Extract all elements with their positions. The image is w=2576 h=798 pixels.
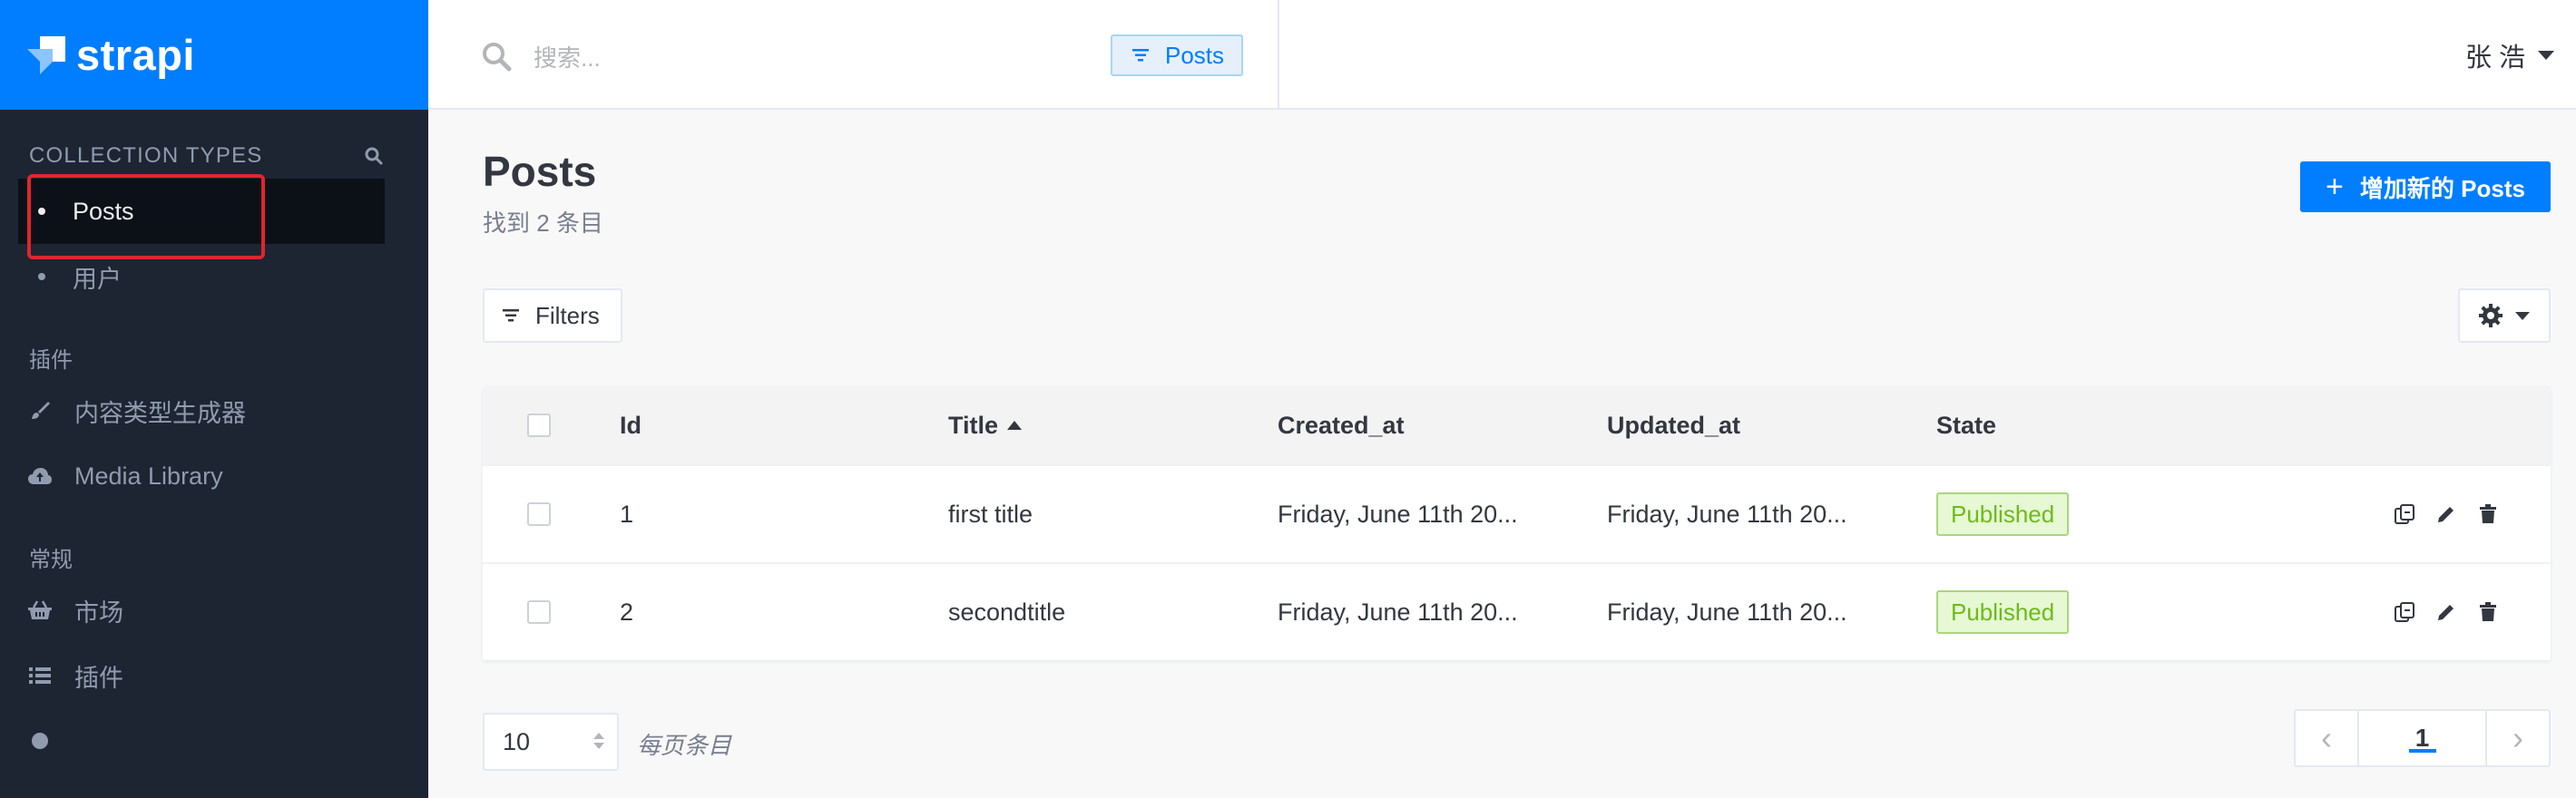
sidebar-item-label: 插件 [74, 664, 123, 692]
list-settings-button[interactable] [2458, 288, 2551, 343]
filter-icon [503, 309, 519, 322]
column-label: Title [948, 411, 999, 439]
search-input[interactable]: 搜索... [534, 40, 601, 73]
user-menu[interactable]: 张 浩 [2465, 36, 2554, 74]
column-header-updated-at[interactable]: Updated_at [1607, 386, 1740, 464]
brush-icon [27, 398, 53, 423]
row-checkbox-cell [527, 564, 551, 660]
sidebar-item-plugins[interactable]: 插件 [0, 643, 428, 708]
entries-table: Id Title Created_at Updated_at State 1 f… [483, 386, 2551, 660]
sidebar: strapi COLLECTION TYPES Posts 用户 插件 内容类型… [0, 0, 428, 798]
cell-state: Published [1936, 466, 2070, 562]
per-page-label: 每页条目 [637, 732, 732, 759]
trash-icon[interactable] [2476, 600, 2500, 624]
spinner-arrows-icon [593, 733, 604, 749]
sidebar-item-content-type-builder[interactable]: 内容类型生成器 [0, 378, 428, 443]
per-page-select[interactable]: 10 [483, 713, 619, 771]
add-new-entry-button[interactable]: + 增加新的 Posts [2300, 161, 2551, 212]
sidebar-item-media-library[interactable]: Media Library [0, 443, 428, 509]
brand-name: strapi [76, 31, 195, 79]
user-name: 张 浩 [2464, 44, 2525, 73]
gear-icon [2479, 304, 2503, 327]
pagination: ‹ 1 › [2294, 709, 2551, 767]
collection-types-heading: COLLECTION TYPES [0, 142, 428, 170]
cell-updated-at: Friday, June 11th 20... [1607, 598, 1847, 626]
search-icon [483, 43, 512, 72]
page-title: Posts [483, 148, 597, 195]
status-badge: Published [1936, 492, 2070, 536]
cell-state: Published [1936, 564, 2070, 660]
filter-icon [1132, 49, 1149, 62]
general-heading: 常规 [0, 543, 428, 572]
shopping-basket-icon [27, 598, 53, 623]
sidebar-item-label: 用户 [73, 265, 122, 293]
row-actions [2393, 466, 2500, 562]
duplicate-icon[interactable] [2393, 600, 2416, 624]
duplicate-icon[interactable] [2393, 502, 2416, 526]
chevron-down-icon [2538, 51, 2554, 60]
brand-header[interactable]: strapi [0, 0, 428, 110]
bullet-icon [38, 273, 45, 280]
cell-title: secondtitle [948, 598, 1066, 626]
cell-title: first title [948, 500, 1033, 528]
per-page-value: 10 [503, 727, 531, 755]
cell-id: 2 [620, 598, 634, 626]
annotation-highlight-box [27, 174, 265, 259]
edit-pencil-icon[interactable] [2434, 600, 2458, 624]
top-header: 搜索... Posts 张 浩 [428, 0, 2576, 110]
column-header-created-at[interactable]: Created_at [1278, 386, 1405, 464]
column-label: State [1936, 411, 1997, 439]
select-all-checkbox-cell [527, 386, 551, 464]
collection-types-label: COLLECTION TYPES [29, 143, 263, 168]
table-row[interactable]: 2 secondtitle Friday, June 11th 20... Fr… [483, 562, 2551, 660]
plugins-heading: 插件 [0, 344, 428, 373]
content-type-filter-chip[interactable]: Posts [1111, 34, 1243, 76]
table-header: Id Title Created_at Updated_at State [483, 386, 2551, 464]
filter-chip-label: Posts [1165, 41, 1225, 69]
search-icon[interactable] [365, 147, 383, 165]
chevron-left-icon[interactable]: ‹ [2296, 711, 2359, 765]
plugins-heading-label: 插件 [29, 347, 73, 373]
plus-icon: + [2326, 170, 2344, 204]
sidebar-item-label: 市场 [74, 598, 123, 627]
row-checkbox-cell [527, 466, 551, 562]
entries-count: 找到 2 条目 [483, 209, 603, 237]
column-label: Updated_at [1607, 411, 1741, 439]
select-all-checkbox[interactable] [527, 414, 551, 437]
status-badge: Published [1936, 590, 2070, 634]
sidebar-item-partial[interactable] [0, 708, 428, 774]
column-header-id[interactable]: Id [620, 386, 642, 464]
sidebar-item-label: 内容类型生成器 [74, 399, 246, 427]
cell-id: 1 [620, 500, 634, 528]
column-header-state[interactable]: State [1936, 386, 1996, 464]
list-icon [27, 663, 53, 688]
strapi-logo-icon [27, 35, 65, 74]
row-actions [2393, 564, 2500, 660]
cell-created-at: Friday, June 11th 20... [1278, 500, 1518, 528]
filters-button[interactable]: Filters [483, 288, 622, 343]
trash-icon[interactable] [2476, 502, 2500, 526]
row-checkbox[interactable] [527, 502, 551, 526]
cloud-upload-icon [27, 463, 53, 489]
column-header-title[interactable]: Title [948, 386, 1023, 464]
filters-label: Filters [535, 301, 600, 329]
chevron-right-icon[interactable]: › [2485, 711, 2549, 765]
column-label: Id [620, 411, 642, 439]
edit-pencil-icon[interactable] [2434, 502, 2458, 526]
current-page[interactable]: 1 [2359, 711, 2485, 765]
sidebar-item-marketplace[interactable]: 市场 [0, 578, 428, 643]
add-button-label: 增加新的 Posts [2359, 174, 2525, 202]
sort-ascending-icon [1007, 421, 1023, 430]
general-heading-label: 常规 [29, 547, 73, 572]
cell-updated-at: Friday, June 11th 20... [1607, 500, 1847, 528]
table-row[interactable]: 1 first title Friday, June 11th 20... Fr… [483, 464, 2551, 562]
row-checkbox[interactable] [527, 600, 551, 624]
gear-icon [27, 728, 53, 754]
column-label: Created_at [1278, 411, 1405, 439]
sidebar-item-label: Media Library [74, 462, 223, 490]
global-search[interactable]: 搜索... Posts [428, 0, 1279, 110]
cell-created-at: Friday, June 11th 20... [1278, 598, 1518, 626]
chevron-down-icon [2515, 311, 2530, 320]
